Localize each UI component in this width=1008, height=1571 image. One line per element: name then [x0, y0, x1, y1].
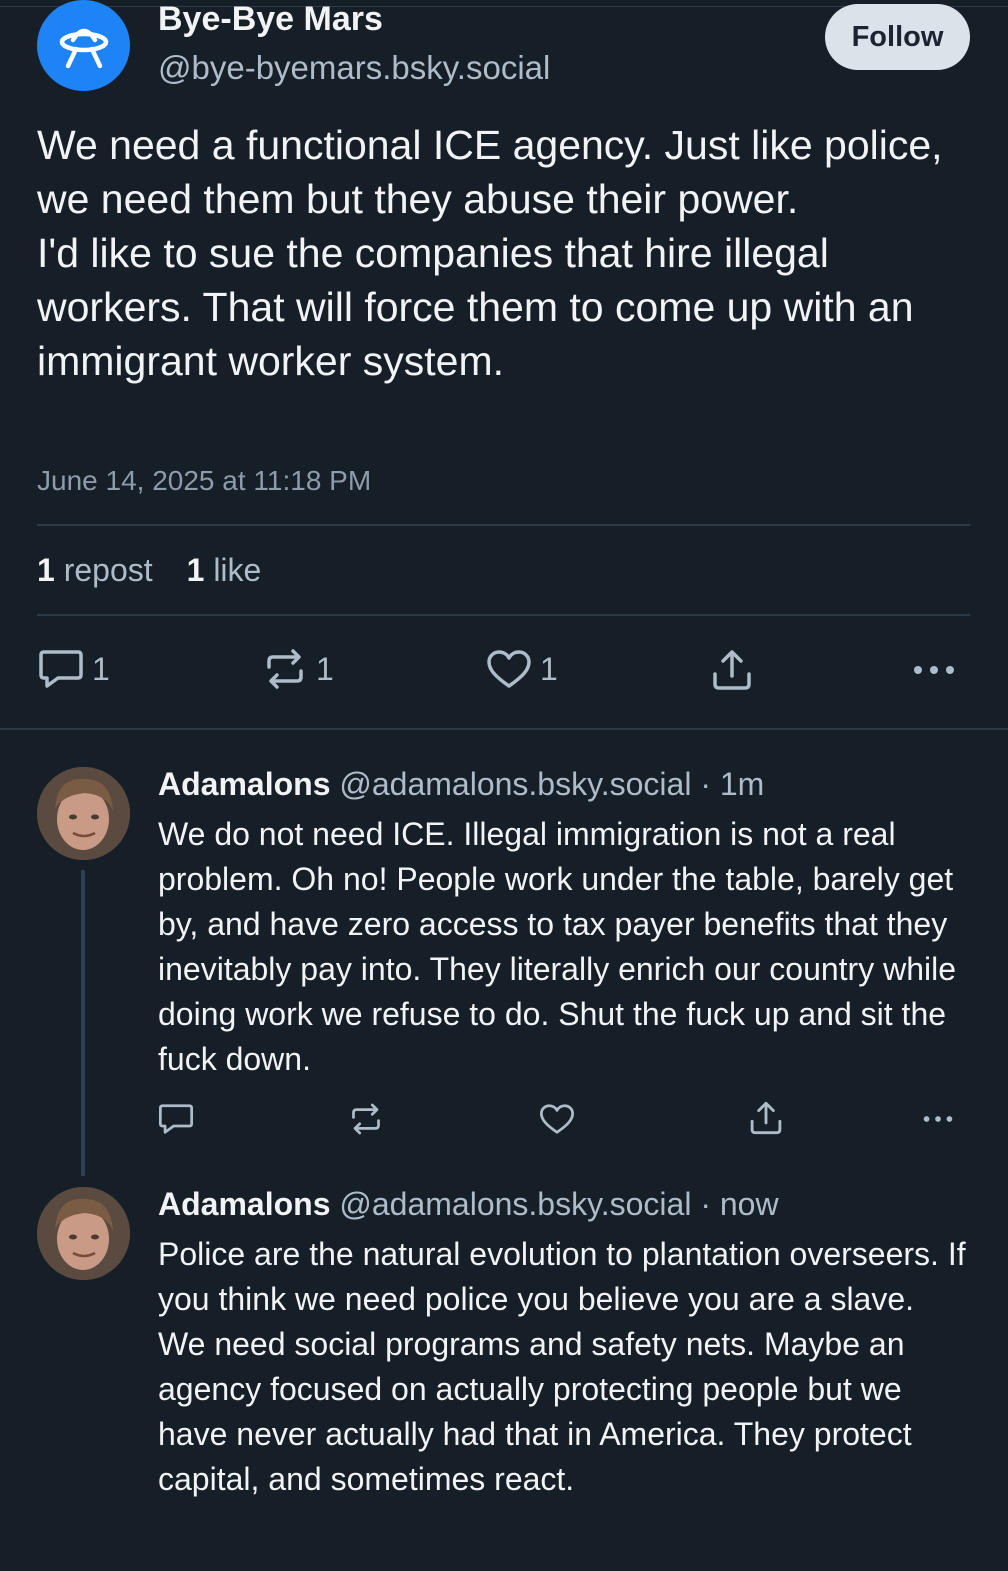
- share-button[interactable]: [710, 648, 754, 692]
- ellipsis-icon: [914, 666, 954, 674]
- repost-stat-label: repost: [63, 552, 153, 588]
- reply-header: Adamalons @adamalons.bsky.social · now: [158, 1184, 779, 1224]
- post-timestamp[interactable]: June 14, 2025 at 11:18 PM: [37, 463, 371, 499]
- like-button[interactable]: [539, 1102, 575, 1136]
- repost-count: 1: [316, 651, 334, 687]
- post-text-paragraph: We need a functional ICE agency. Just li…: [37, 122, 943, 222]
- section-divider: [0, 728, 1008, 730]
- author-handle[interactable]: @bye-byemars.bsky.social: [158, 48, 550, 88]
- repost-stat[interactable]: 1 repost: [37, 552, 153, 588]
- post-stats: 1 repost 1 like: [37, 550, 261, 590]
- divider: [37, 614, 970, 616]
- share-button[interactable]: [748, 1100, 784, 1136]
- post-text: We need a functional ICE agency. Just li…: [37, 118, 977, 388]
- more-options-button[interactable]: [920, 1109, 956, 1129]
- follow-button[interactable]: Follow: [825, 4, 970, 70]
- reply-header: Adamalons @adamalons.bsky.social · 1m: [158, 764, 764, 804]
- reply-time[interactable]: now: [720, 1186, 779, 1222]
- heart-icon: [487, 650, 531, 688]
- reply-author-name[interactable]: Adamalons: [158, 1186, 330, 1222]
- user-photo-icon: [37, 1187, 130, 1280]
- reply-text: We do not need ICE. Illegal immigration …: [158, 816, 957, 1077]
- thread-connector-line: [81, 870, 85, 1176]
- repost-button[interactable]: 1: [262, 648, 334, 690]
- post-text-paragraph: I'd like to sue the companies that hire …: [37, 230, 914, 384]
- reply-count: 1: [92, 651, 110, 687]
- reply-author-name[interactable]: Adamalons: [158, 766, 330, 802]
- reply-separator: ·: [700, 766, 711, 802]
- share-icon: [713, 650, 751, 690]
- repost-stat-count: 1: [37, 552, 55, 588]
- like-count: 1: [540, 651, 558, 687]
- ellipsis-icon: [923, 1116, 953, 1122]
- user-photo-icon: [37, 767, 130, 860]
- ufo-logo-icon: [59, 28, 108, 68]
- repost-button[interactable]: [348, 1102, 384, 1136]
- reply-author-handle[interactable]: @adamalons.bsky.social: [339, 1186, 691, 1222]
- share-icon: [750, 1101, 782, 1135]
- reply-time[interactable]: 1m: [720, 766, 764, 802]
- comment-icon: [158, 1104, 194, 1134]
- reply-button[interactable]: [158, 1102, 194, 1136]
- reply-avatar[interactable]: [37, 1187, 130, 1280]
- author-avatar[interactable]: [37, 0, 130, 91]
- comment-icon: [39, 650, 83, 688]
- divider: [37, 524, 970, 526]
- reply-author-handle[interactable]: @adamalons.bsky.social: [339, 766, 691, 802]
- repost-icon: [267, 649, 303, 689]
- like-stat-count: 1: [186, 552, 205, 588]
- reply-text: Police are the natural evolution to plan…: [158, 1236, 966, 1497]
- reply-avatar[interactable]: [37, 767, 130, 860]
- like-stat[interactable]: 1 like: [187, 552, 262, 588]
- like-button[interactable]: 1: [486, 648, 558, 690]
- like-stat-label: like: [213, 552, 262, 588]
- more-options-button[interactable]: [912, 656, 956, 684]
- reply-button[interactable]: 1: [38, 648, 110, 690]
- thread-view: Bye-Bye Mars @bye-byemars.bsky.social Fo…: [0, 0, 1008, 1571]
- author-name[interactable]: Bye-Bye Mars: [158, 0, 383, 39]
- reply-separator: ·: [700, 1186, 711, 1222]
- repost-icon: [352, 1103, 380, 1135]
- heart-icon: [539, 1104, 575, 1134]
